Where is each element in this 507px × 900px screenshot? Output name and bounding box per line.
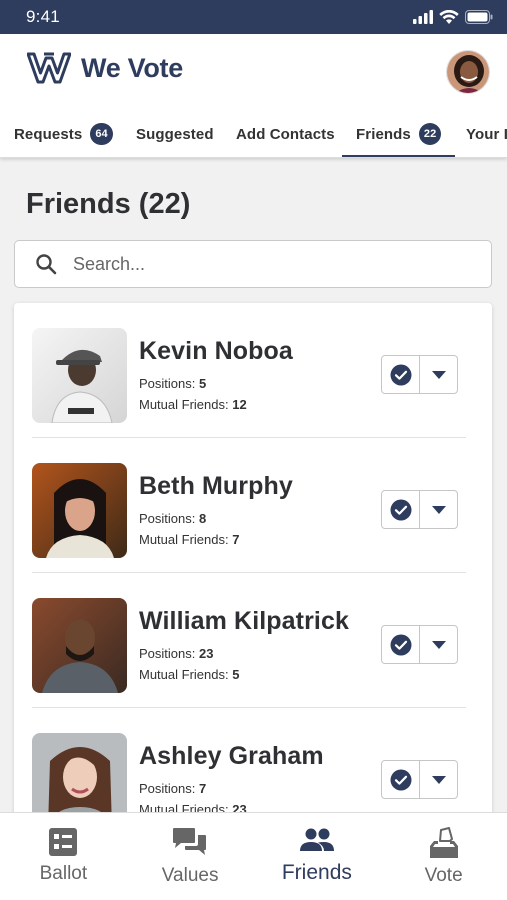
friend-row[interactable]: Ashley Graham Positions: 7 Mutual Friend… (32, 708, 466, 823)
friends-tabs: Requests 64 Suggested Add Contacts Frien… (0, 110, 507, 158)
check-circle-icon (390, 499, 411, 520)
friend-photo[interactable] (32, 463, 127, 558)
friend-name[interactable]: Kevin Noboa (139, 337, 293, 366)
bottom-navigation: Ballot Values Friends Vote (0, 812, 507, 900)
friend-mutual-friends: Mutual Friends: 12 (139, 397, 247, 412)
tab-friends[interactable]: Friends 22 (341, 110, 456, 157)
caret-down-icon (431, 505, 446, 514)
signal-icon (413, 10, 433, 24)
people-icon (299, 828, 334, 851)
friend-status-button-group (381, 760, 458, 799)
friend-options-dropdown[interactable] (420, 491, 457, 528)
friends-count-badge: 22 (418, 123, 442, 145)
friend-status-button[interactable] (382, 761, 420, 798)
requests-count-badge: 64 (90, 123, 113, 145)
friend-status-button-group (381, 490, 458, 529)
friend-status-button-group (381, 355, 458, 394)
friend-name[interactable]: Ashley Graham (139, 742, 324, 771)
friend-positions: Positions: 23 (139, 646, 214, 661)
friends-list: Kevin Noboa Positions: 5 Mutual Friends:… (14, 303, 492, 823)
ballot-icon (49, 828, 78, 856)
tab-requests[interactable]: Requests 64 (14, 110, 113, 157)
friend-row[interactable]: William Kilpatrick Positions: 23 Mutual … (32, 573, 466, 708)
nav-ballot[interactable]: Ballot (0, 813, 127, 900)
check-circle-icon (390, 769, 411, 790)
search-icon (36, 254, 57, 275)
friend-status-button[interactable] (382, 356, 420, 393)
friend-options-dropdown[interactable] (420, 356, 457, 393)
status-icons (413, 9, 493, 25)
nav-values[interactable]: Values (127, 813, 254, 900)
tab-your-info[interactable]: Your I (466, 110, 507, 157)
friend-mutual-friends: Mutual Friends: 5 (139, 667, 240, 682)
vote-box-icon (429, 827, 458, 858)
chat-icon (173, 828, 207, 855)
caret-down-icon (431, 640, 446, 649)
friend-positions: Positions: 7 (139, 781, 207, 796)
nav-label: Friends (281, 861, 352, 884)
friend-row[interactable]: Beth Murphy Positions: 8 Mutual Friends:… (32, 438, 466, 573)
wifi-icon (439, 9, 459, 24)
nav-friends[interactable]: Friends (254, 813, 381, 900)
friend-status-button[interactable] (382, 491, 420, 528)
friend-photo[interactable] (32, 328, 127, 423)
friend-name[interactable]: William Kilpatrick (139, 607, 349, 636)
check-circle-icon (390, 364, 411, 385)
status-time: 9:41 (26, 7, 60, 26)
user-avatar[interactable] (446, 50, 490, 94)
friend-status-button[interactable] (382, 626, 420, 663)
battery-icon (465, 10, 493, 24)
app-name: We Vote (81, 52, 183, 83)
we-vote-logo-icon (27, 52, 71, 84)
search-box[interactable] (14, 240, 492, 288)
tab-label: Friends (356, 125, 411, 143)
tab-label: Suggested (136, 125, 214, 143)
friend-options-dropdown[interactable] (420, 626, 457, 663)
tab-add-contacts[interactable]: Add Contacts (236, 110, 335, 157)
friend-photo[interactable] (32, 598, 127, 693)
friend-positions: Positions: 5 (139, 376, 207, 391)
tab-suggested[interactable]: Suggested (136, 110, 214, 157)
app-header: We Vote (0, 34, 507, 110)
check-circle-icon (390, 634, 411, 655)
tab-label: Add Contacts (236, 125, 335, 143)
nav-label: Ballot (39, 863, 88, 884)
tab-label: Your I (466, 125, 507, 143)
friend-row[interactable]: Kevin Noboa Positions: 5 Mutual Friends:… (32, 303, 466, 438)
status-bar: 9:41 (0, 0, 507, 34)
search-input[interactable] (73, 253, 453, 275)
nav-label: Vote (424, 865, 463, 886)
nav-vote[interactable]: Vote (380, 813, 507, 900)
friend-options-dropdown[interactable] (420, 761, 457, 798)
friend-photo[interactable] (32, 733, 127, 823)
we-vote-logo[interactable]: We Vote (27, 52, 183, 84)
page-title: Friends (22) (26, 188, 191, 220)
friend-mutual-friends: Mutual Friends: 7 (139, 532, 240, 547)
tab-label: Requests (14, 125, 83, 143)
caret-down-icon (431, 370, 446, 379)
friend-positions: Positions: 8 (139, 511, 207, 526)
nav-label: Values (161, 865, 219, 886)
caret-down-icon (431, 775, 446, 784)
friend-name[interactable]: Beth Murphy (139, 472, 293, 501)
friend-status-button-group (381, 625, 458, 664)
